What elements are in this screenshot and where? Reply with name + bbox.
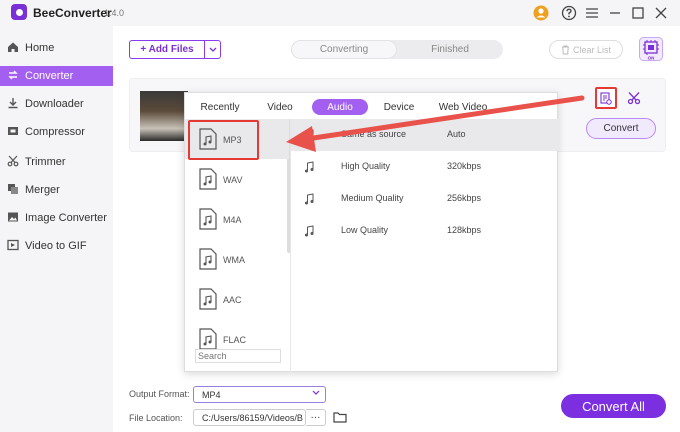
audio-file-icon bbox=[199, 168, 217, 190]
trash-icon bbox=[561, 45, 569, 54]
tab-video[interactable]: Video bbox=[261, 99, 299, 115]
browse-more-button[interactable]: ··· bbox=[306, 409, 326, 426]
svg-text:ON: ON bbox=[648, 56, 655, 61]
tab-converting[interactable]: Converting bbox=[291, 40, 397, 59]
audio-file-icon bbox=[199, 328, 217, 350]
clear-list-button[interactable]: Clear List bbox=[549, 40, 623, 59]
tab-recently[interactable]: Recently bbox=[195, 99, 245, 115]
sidebar-item-label: Home bbox=[25, 42, 55, 54]
close-icon[interactable] bbox=[651, 3, 671, 23]
sidebar-item-label: Compressor bbox=[25, 126, 85, 138]
format-name: WMA bbox=[223, 255, 245, 265]
music-note-icon bbox=[305, 193, 314, 205]
music-note-icon bbox=[305, 129, 314, 141]
sidebar-item-label: Video to GIF bbox=[25, 240, 87, 252]
maximize-icon[interactable] bbox=[628, 3, 648, 23]
format-item-wma[interactable]: WMA bbox=[197, 248, 289, 274]
gif-icon bbox=[7, 239, 19, 251]
title-bar: BeeConverter 1.4.0 bbox=[0, 0, 680, 26]
format-name: M4A bbox=[223, 215, 242, 225]
sidebar-item-compressor[interactable]: Compressor bbox=[0, 122, 113, 142]
sidebar-item-label: Image Converter bbox=[25, 212, 107, 224]
sidebar-item-home[interactable]: Home bbox=[0, 38, 113, 58]
sidebar: Home Converter Downloader Compressor Tri… bbox=[0, 26, 113, 432]
format-item-m4a[interactable]: M4A bbox=[197, 208, 289, 234]
mp3-highlight-box bbox=[188, 120, 259, 160]
menu-icon[interactable] bbox=[582, 3, 602, 23]
output-format-value: MP4 bbox=[202, 389, 221, 400]
sidebar-item-converter[interactable]: Converter bbox=[0, 66, 113, 86]
music-note-icon bbox=[305, 161, 314, 173]
audio-file-icon bbox=[199, 208, 217, 230]
format-item-wav[interactable]: WAV bbox=[197, 168, 289, 194]
sidebar-item-trimmer[interactable]: Trimmer bbox=[0, 152, 113, 172]
compress-icon bbox=[8, 127, 18, 135]
download-icon bbox=[8, 98, 18, 109]
sidebar-item-label: Merger bbox=[25, 184, 60, 196]
app-name: BeeConverter bbox=[33, 6, 112, 20]
format-settings-button[interactable] bbox=[595, 87, 617, 109]
music-note-icon bbox=[305, 225, 314, 237]
quality-value: 320kbps bbox=[447, 161, 482, 171]
app-version: 1.4.0 bbox=[104, 8, 125, 18]
hardware-acceleration-icon[interactable]: ON bbox=[639, 37, 663, 61]
quality-value: 256kbps bbox=[447, 193, 482, 203]
format-popup: Recently Video Audio Device Web Video MP… bbox=[184, 92, 559, 373]
audio-file-icon bbox=[199, 248, 217, 270]
format-search-input[interactable] bbox=[195, 349, 281, 363]
quality-name: Low Quality bbox=[341, 225, 389, 235]
trim-scissors-icon[interactable] bbox=[627, 91, 641, 105]
convert-button[interactable]: Convert bbox=[586, 118, 656, 139]
quality-name: Medium Quality bbox=[341, 193, 404, 203]
sidebar-item-video-to-gif[interactable]: Video to GIF bbox=[0, 236, 113, 256]
status-segmented-control: Converting Finished bbox=[291, 40, 503, 59]
sidebar-item-downloader[interactable]: Downloader bbox=[0, 94, 113, 114]
file-location-label: File Location: bbox=[129, 413, 183, 423]
quality-row-medium[interactable]: Medium Quality 256kbps bbox=[291, 183, 559, 215]
tab-device[interactable]: Device bbox=[381, 99, 417, 115]
converter-icon bbox=[8, 70, 18, 80]
quality-name: Same as source bbox=[341, 129, 407, 139]
add-files-dropdown[interactable] bbox=[204, 40, 221, 59]
format-name: FLAC bbox=[223, 335, 247, 345]
quality-value: Auto bbox=[447, 129, 466, 139]
quality-name: High Quality bbox=[341, 161, 391, 171]
file-location-input[interactable]: C:/Users/86159/Videos/B bbox=[193, 409, 306, 426]
video-thumbnail bbox=[140, 91, 188, 141]
quality-row-high[interactable]: High Quality 320kbps bbox=[291, 151, 559, 183]
image-icon bbox=[8, 212, 18, 222]
sidebar-item-label: Converter bbox=[25, 70, 74, 82]
folder-icon[interactable] bbox=[333, 410, 347, 424]
document-settings-icon bbox=[600, 91, 612, 105]
sidebar-item-label: Downloader bbox=[25, 98, 84, 110]
home-icon bbox=[8, 42, 18, 52]
tab-finished[interactable]: Finished bbox=[397, 40, 503, 59]
chevron-down-icon bbox=[312, 390, 320, 395]
quality-row-low[interactable]: Low Quality 128kbps bbox=[291, 215, 559, 247]
clear-list-label: Clear List bbox=[572, 44, 611, 55]
sidebar-item-image-converter[interactable]: Image Converter bbox=[0, 208, 113, 228]
format-name: AAC bbox=[223, 295, 242, 305]
app-logo-icon bbox=[11, 4, 27, 20]
user-avatar-icon[interactable] bbox=[531, 3, 551, 23]
merge-icon bbox=[8, 184, 18, 194]
format-name: WAV bbox=[223, 175, 243, 185]
audio-file-icon bbox=[199, 288, 217, 310]
quality-row-source[interactable]: Same as source Auto bbox=[291, 119, 559, 151]
sidebar-item-merger[interactable]: Merger bbox=[0, 180, 113, 200]
output-format-label: Output Format: bbox=[129, 389, 190, 399]
minimize-icon[interactable] bbox=[605, 3, 625, 23]
chevron-down-icon bbox=[209, 47, 216, 52]
sidebar-item-label: Trimmer bbox=[25, 156, 66, 168]
add-files-button[interactable]: + Add Files bbox=[129, 40, 205, 59]
tab-audio[interactable]: Audio bbox=[312, 99, 368, 115]
format-item-aac[interactable]: AAC bbox=[197, 288, 289, 314]
tab-web-video[interactable]: Web Video bbox=[435, 99, 491, 115]
quality-value: 128kbps bbox=[447, 225, 482, 235]
help-icon[interactable] bbox=[559, 3, 579, 23]
output-format-select[interactable]: MP4 bbox=[193, 386, 326, 403]
scissors-icon bbox=[7, 155, 19, 167]
convert-all-button[interactable]: Convert All bbox=[561, 394, 666, 418]
